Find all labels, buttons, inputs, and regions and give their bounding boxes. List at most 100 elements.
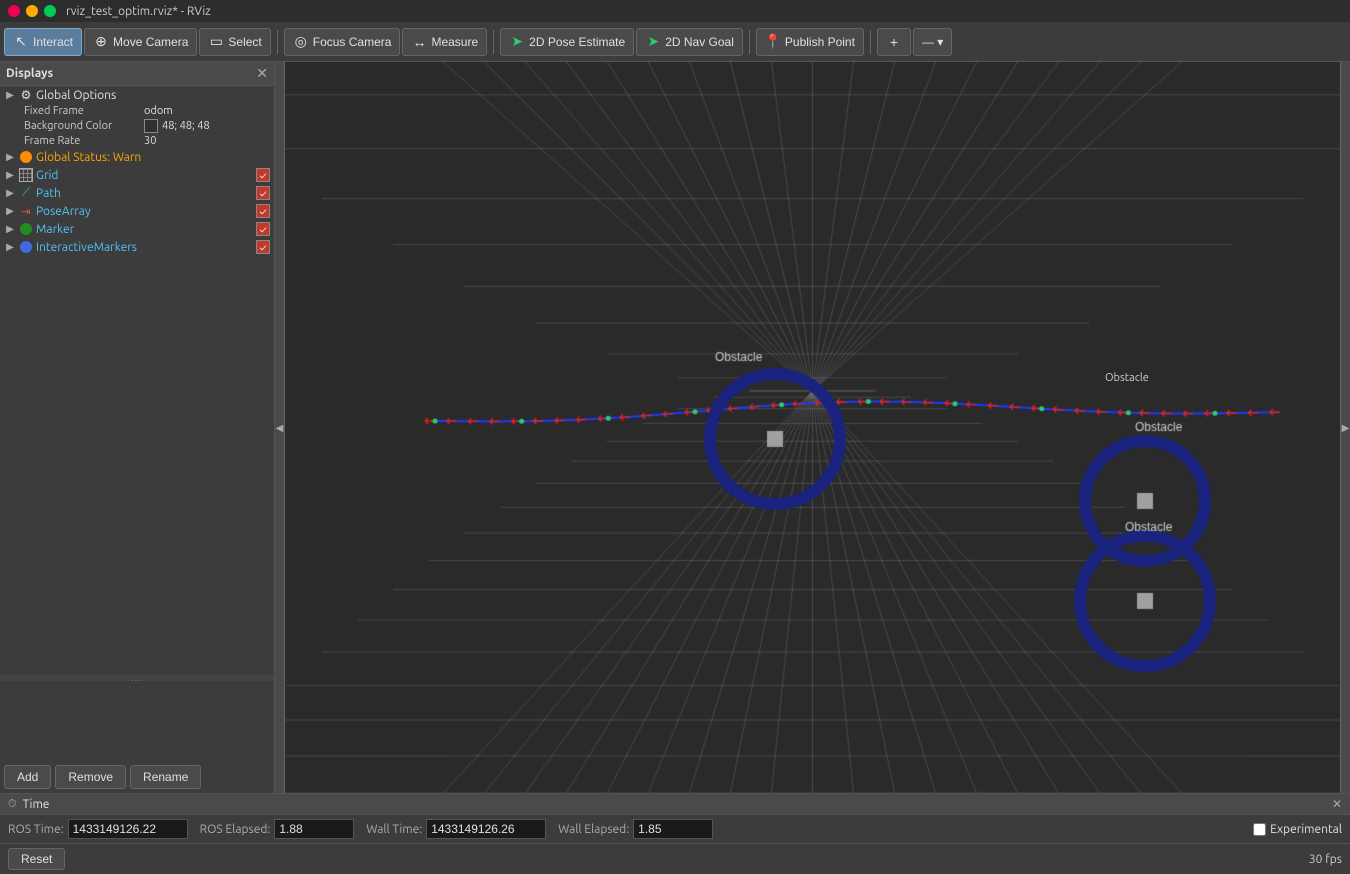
minimize-button[interactable] (26, 5, 38, 17)
marker-item[interactable]: ▶ Marker ✓ (0, 220, 274, 238)
frame-rate-row: Frame Rate 30 (0, 134, 274, 148)
global-status-label: Global Status: Warn (36, 151, 270, 164)
viewport[interactable]: Obstacle Obstacle Obstacle (285, 62, 1340, 793)
plus-icon: + (886, 34, 902, 50)
experimental-label: Experimental (1270, 823, 1342, 836)
expander-icon: ▶ (4, 169, 16, 181)
select-icon: ▭ (208, 34, 224, 50)
sidebar-extra-panel (0, 681, 274, 761)
expander-icon: ▶ (4, 223, 16, 235)
path-checkbox[interactable]: ✓ (256, 186, 270, 200)
grid-checkbox[interactable]: ✓ (256, 168, 270, 182)
wall-time-field: Wall Time: (366, 819, 546, 839)
displays-close-button[interactable]: ✕ (256, 65, 268, 82)
nav-goal-icon: ➤ (645, 34, 661, 50)
marker-dot (20, 223, 32, 235)
expander-icon: ▶ (4, 151, 16, 163)
focus-camera-button[interactable]: ◎ Focus Camera (284, 28, 401, 56)
separator-1 (277, 30, 278, 54)
wall-time-label: Wall Time: (366, 823, 422, 836)
expander-icon: ▶ (4, 241, 16, 253)
right-panel-arrow[interactable]: ▶ (1340, 62, 1350, 793)
pose-estimate-label: 2D Pose Estimate (529, 35, 625, 49)
publish-point-icon: 📍 (765, 34, 781, 50)
ros-time-field: ROS Time: (8, 819, 188, 839)
interactive-markers-icon (19, 240, 33, 254)
focus-camera-icon: ◎ (293, 34, 309, 50)
publish-point-button[interactable]: 📍 Publish Point (756, 28, 864, 56)
publish-point-label: Publish Point (785, 35, 855, 49)
move-camera-icon: ⊕ (93, 34, 109, 50)
marker-checkbox[interactable]: ✓ (256, 222, 270, 236)
wall-elapsed-field: Wall Elapsed: (558, 819, 713, 839)
wall-time-input[interactable] (426, 819, 546, 839)
add-button[interactable]: Add (4, 765, 51, 789)
pose-array-checkbox[interactable]: ✓ (256, 204, 270, 218)
background-color-row: Background Color 48; 48; 48 (0, 118, 274, 134)
titlebar: rviz_test_optim.rviz* - RViz (0, 0, 1350, 22)
grid-item[interactable]: ▶ Grid ✓ (0, 166, 274, 184)
left-panel-arrow[interactable]: ◀ (275, 62, 285, 793)
separator-2 (493, 30, 494, 54)
more-button[interactable]: — ▾ (913, 28, 952, 56)
interactive-markers-label: InteractiveMarkers (36, 241, 253, 254)
time-panel: ⏱ Time ✕ ROS Time: ROS Elapsed: Wall Tim… (0, 793, 1350, 874)
rename-button[interactable]: Rename (130, 765, 201, 789)
pose-array-item[interactable]: ▶ ⇥ PoseArray ✓ (0, 202, 274, 220)
global-options-item[interactable]: ▶ ⚙ Global Options (0, 86, 274, 104)
window-title: rviz_test_optim.rviz* - RViz (66, 5, 211, 18)
window-controls[interactable] (8, 5, 56, 17)
global-status-item[interactable]: ▶ Global Status: Warn (0, 148, 274, 166)
warn-dot (20, 151, 32, 163)
move-camera-button[interactable]: ⊕ Move Camera (84, 28, 197, 56)
clock-icon: ⏱ (8, 798, 17, 811)
bottom-row: Reset 30 fps (0, 843, 1350, 874)
time-content: ROS Time: ROS Elapsed: Wall Time: Wall E… (0, 815, 1350, 843)
pose-estimate-icon: ➤ (509, 34, 525, 50)
interactive-markers-checkbox[interactable]: ✓ (256, 240, 270, 254)
pose-estimate-button[interactable]: ➤ 2D Pose Estimate (500, 28, 634, 56)
fixed-frame-value[interactable]: odom (144, 105, 173, 117)
time-close-button[interactable]: ✕ (1332, 797, 1342, 811)
separator-4 (870, 30, 871, 54)
wall-elapsed-input[interactable] (633, 819, 713, 839)
wall-elapsed-label: Wall Elapsed: (558, 823, 629, 836)
ros-elapsed-label: ROS Elapsed: (200, 823, 271, 836)
expander-icon: ▶ (4, 187, 16, 199)
reset-button[interactable]: Reset (8, 848, 65, 870)
measure-button[interactable]: ↔ Measure (402, 28, 487, 56)
interact-label: Interact (33, 35, 73, 49)
close-button[interactable] (8, 5, 20, 17)
nav-goal-button[interactable]: ➤ 2D Nav Goal (636, 28, 743, 56)
add-toolbar-button[interactable]: + (877, 28, 911, 56)
maximize-button[interactable] (44, 5, 56, 17)
frame-rate-value[interactable]: 30 (144, 135, 156, 147)
background-color-value[interactable]: 48; 48; 48 (144, 119, 210, 133)
path-item[interactable]: ▶ ⟋ Path ✓ (0, 184, 274, 202)
grid-icon (19, 168, 33, 182)
ros-elapsed-input[interactable] (274, 819, 354, 839)
global-options-label: Global Options (36, 89, 270, 102)
ros-time-input[interactable] (68, 819, 188, 839)
status-icon (19, 150, 33, 164)
marker-icon (19, 222, 33, 236)
color-swatch (144, 119, 158, 133)
separator-3 (749, 30, 750, 54)
fixed-frame-row: Fixed Frame odom (0, 104, 274, 118)
more-icon: — ▾ (922, 35, 943, 49)
nav-goal-label: 2D Nav Goal (665, 35, 734, 49)
displays-title: Displays (6, 67, 53, 80)
time-header: ⏱ Time ✕ (0, 794, 1350, 815)
interact-button[interactable]: ↖ Interact (4, 28, 82, 56)
sidebar: Displays ✕ ▶ ⚙ Global Options Fixed Fram… (0, 62, 275, 793)
experimental-checkbox[interactable] (1253, 823, 1266, 836)
background-color-label: Background Color (24, 120, 144, 132)
interactive-markers-item[interactable]: ▶ InteractiveMarkers ✓ (0, 238, 274, 256)
grid-canvas (285, 62, 1340, 793)
select-button[interactable]: ▭ Select (199, 28, 270, 56)
measure-icon: ↔ (411, 34, 427, 50)
fixed-frame-label: Fixed Frame (24, 105, 144, 117)
fps-label: 30 fps (1309, 853, 1342, 866)
remove-button[interactable]: Remove (55, 765, 126, 789)
interact-icon: ↖ (13, 34, 29, 50)
